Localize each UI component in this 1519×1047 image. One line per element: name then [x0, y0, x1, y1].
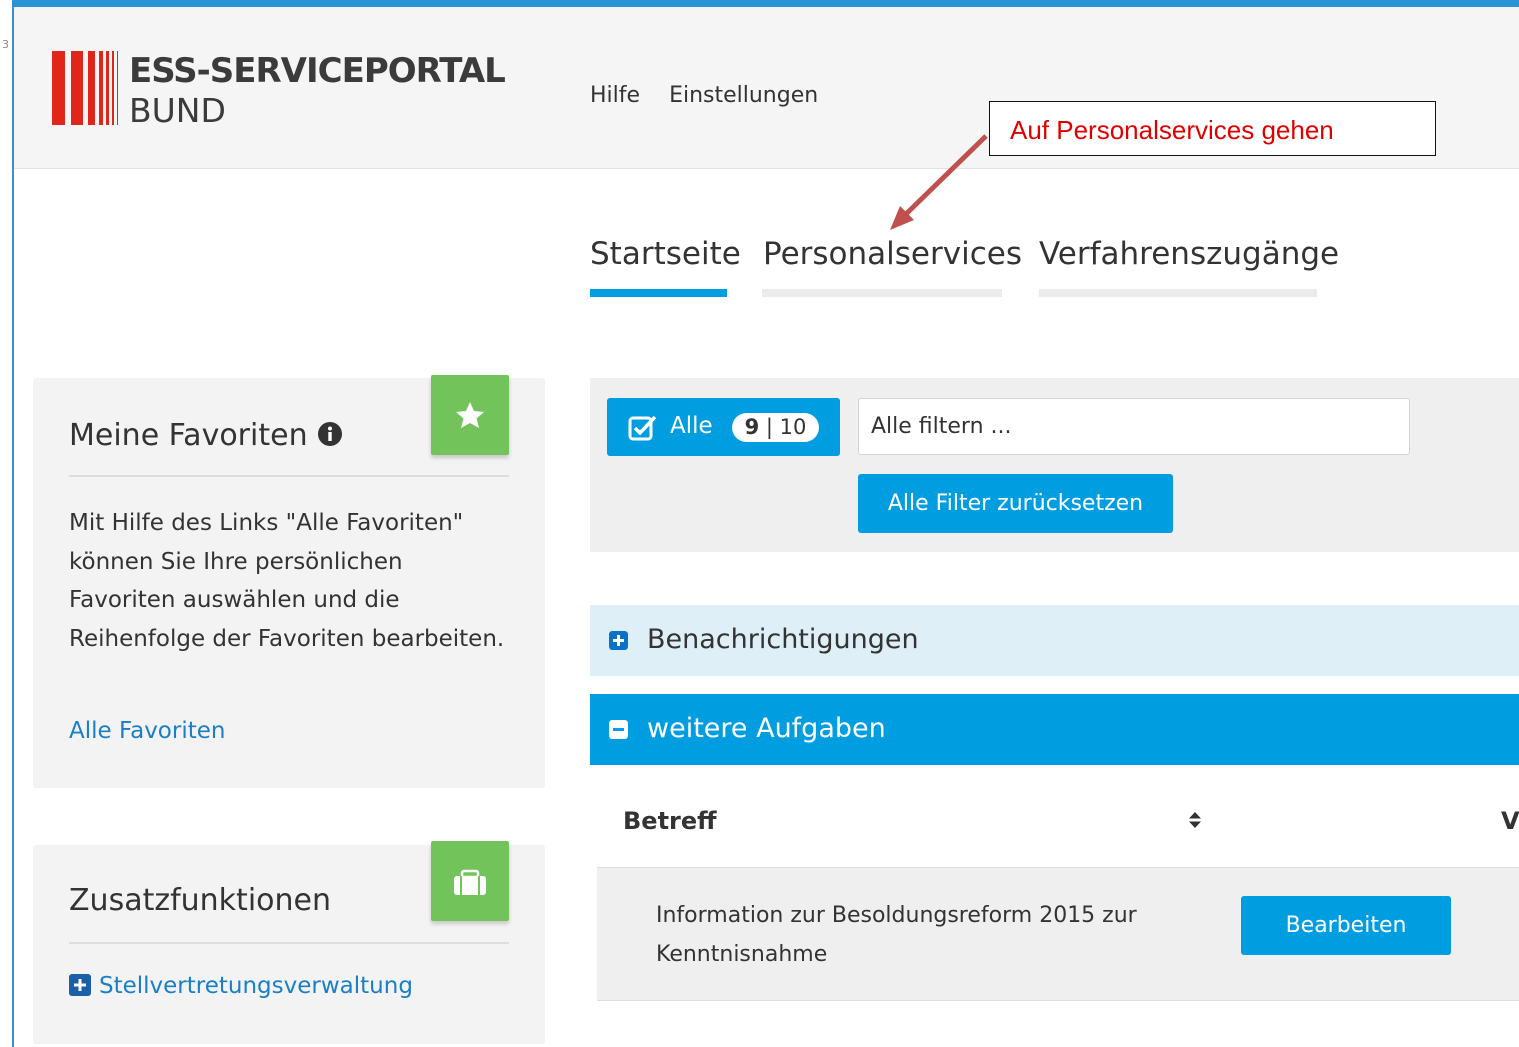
plus-square-icon: [69, 974, 91, 996]
frame-tick: 3: [2, 38, 9, 51]
favorites-description: Mit Hilfe des Links "Alle Favoriten" kön…: [69, 510, 505, 652]
favorites-title: Meine Favoriten: [69, 418, 343, 453]
brand-name: ESS-SERVICEPORTAL: [129, 51, 506, 91]
star-icon[interactable]: [431, 375, 509, 455]
tab-startseite-indicator: [590, 289, 727, 297]
filter-count-total: 10: [779, 415, 807, 439]
filter-count-visible: 9: [744, 415, 760, 439]
tab-verfahrenszugaenge[interactable]: Verfahrenszugänge: [1039, 236, 1339, 272]
collapse-minus-icon: [609, 720, 628, 739]
window-frame-edge: 3: [0, 0, 14, 1047]
stellvertretung-link[interactable]: Stellvertretungsverwaltung: [69, 973, 413, 999]
favorites-divider: [69, 475, 509, 477]
edit-button[interactable]: Bearbeiten: [1241, 896, 1451, 955]
briefcase-icon[interactable]: [431, 841, 509, 921]
filter-panel: Alle 9 | 10 Alle Filter zurücksetzen: [590, 378, 1519, 552]
tab-personalservices-indicator: [762, 289, 1002, 297]
help-link[interactable]: Hilfe: [590, 83, 640, 108]
reset-filters-button[interactable]: Alle Filter zurücksetzen: [858, 474, 1173, 533]
tab-personalservices[interactable]: Personalservices: [763, 236, 1022, 272]
tab-verfahrenszugaenge-indicator: [1039, 289, 1317, 297]
brand-logo[interactable]: ESS-SERVICEPORTAL BUND: [52, 51, 506, 141]
filter-count-badge: 9 | 10: [732, 413, 819, 442]
favorites-card: Meine Favoriten Mit Hilfe des Links "All…: [33, 375, 545, 788]
column-v[interactable]: V: [1501, 807, 1519, 835]
info-icon[interactable]: [317, 421, 343, 447]
filter-input[interactable]: [858, 398, 1410, 455]
extras-title: Zusatzfunktionen: [69, 883, 331, 918]
filter-all-button[interactable]: Alle 9 | 10: [607, 398, 840, 456]
extras-divider: [69, 942, 509, 944]
tasks-section-header[interactable]: weitere Aufgaben: [590, 694, 1519, 765]
extras-card: Zusatzfunktionen Stellvertretungsverwalt…: [33, 841, 545, 1044]
stellvertretung-link-label: Stellvertretungsverwaltung: [99, 973, 413, 999]
sort-icon[interactable]: [1188, 810, 1202, 830]
settings-link[interactable]: Einstellungen: [669, 83, 818, 108]
annotation-arrow-icon: [890, 134, 988, 230]
annotation-text: Auf Personalservices gehen: [1010, 115, 1334, 145]
all-favorites-link[interactable]: Alle Favoriten: [69, 718, 225, 744]
favorites-title-text: Meine Favoriten: [69, 418, 308, 453]
checkbox-checked-icon: [628, 415, 657, 441]
filter-all-label: Alle: [670, 413, 713, 439]
expand-plus-icon: [609, 631, 628, 650]
top-nav: Hilfe Einstellungen: [590, 83, 840, 108]
table-row: Information zur Besoldungsreform 2015 zu…: [597, 867, 1519, 1001]
annotation-callout: Auf Personalservices gehen: [989, 101, 1436, 156]
tasks-table-header: Betreff V: [597, 795, 1519, 867]
notifications-label: Benachrichtigungen: [647, 624, 919, 655]
filter-count-sep: |: [759, 415, 780, 439]
tasks-label: weitere Aufgaben: [647, 713, 886, 744]
column-betreff[interactable]: Betreff: [623, 807, 717, 835]
brand-subname: BUND: [129, 91, 226, 130]
top-accent-strip: [12, 0, 1519, 7]
task-subject: Information zur Besoldungsreform 2015 zu…: [656, 903, 1137, 967]
tab-startseite[interactable]: Startseite: [590, 236, 741, 272]
notifications-section-header[interactable]: Benachrichtigungen: [590, 605, 1519, 676]
